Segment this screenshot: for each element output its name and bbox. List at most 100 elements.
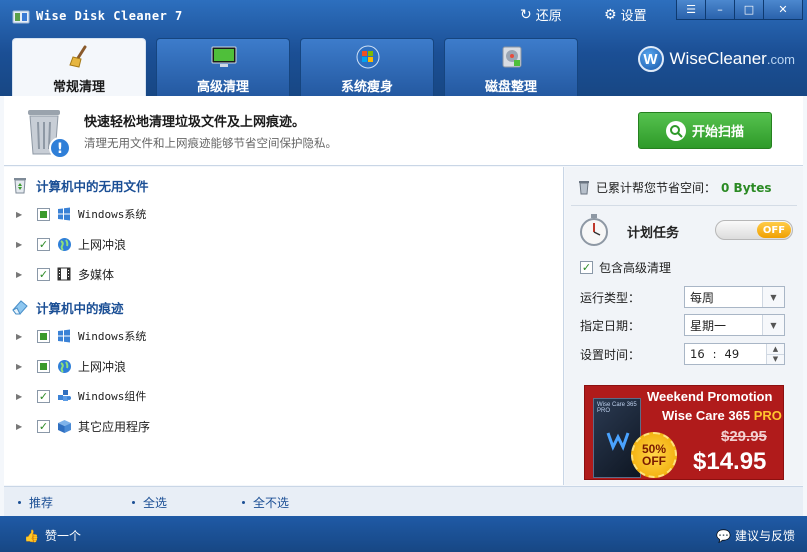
item-label: 多媒体: [78, 267, 115, 282]
include-advanced-option[interactable]: 包含高级清理: [580, 259, 671, 276]
time-input[interactable]: 16 : 49 ▲ ▼: [684, 343, 785, 365]
selection-links: 推荐 全选 全不选: [4, 486, 803, 516]
list-item[interactable]: ▶ 上网冲浪: [16, 234, 126, 254]
feedback-link[interactable]: 💬 建议与反馈: [716, 527, 795, 544]
eraser-icon: [12, 300, 28, 315]
date-select[interactable]: 星期一 ▼: [684, 314, 785, 336]
checkbox[interactable]: [37, 359, 50, 373]
trash-can-icon: [579, 181, 589, 195]
item-label: Windows组件: [78, 390, 147, 403]
puzzle-icon: [56, 388, 72, 404]
saved-value: 0 Bytes: [721, 180, 772, 195]
time-minute[interactable]: 49: [725, 347, 740, 361]
chevron-down-icon: ▼: [762, 315, 784, 335]
tab-advanced-clean[interactable]: 高级清理: [156, 38, 290, 96]
expand-arrow-icon[interactable]: ▶: [16, 362, 28, 371]
schedule-toggle[interactable]: OFF: [715, 220, 793, 240]
promo-title: Weekend Promotion: [647, 389, 773, 404]
expand-arrow-icon[interactable]: ▶: [16, 392, 28, 401]
footer: 👍 赞一个 💬 建议与反馈: [0, 516, 807, 552]
recommend-link[interactable]: 推荐: [18, 494, 53, 511]
banner-title: 快速轻松地清理垃圾文件及上网痕迹。: [84, 115, 306, 130]
section-title: 计算机中的痕迹: [36, 300, 124, 316]
restore-button[interactable]: ↻ 还原: [520, 5, 562, 25]
tab-label: 系统瘦身: [340, 80, 393, 95]
saved-label: 已累计帮您节省空间：: [596, 181, 717, 195]
like-button[interactable]: 👍 赞一个: [24, 527, 81, 544]
clean-items-list: 计算机中的无用文件 ▶ Windows系统 ▶ 上网冲浪 ▶ 多媒体 计算机中的…: [4, 167, 564, 485]
include-advanced-label: 包含高级清理: [599, 261, 672, 275]
checkbox[interactable]: [37, 237, 50, 251]
checkbox[interactable]: [37, 419, 50, 433]
expand-arrow-icon[interactable]: ▶: [16, 240, 28, 249]
item-label: Windows系统: [78, 330, 147, 343]
expand-arrow-icon[interactable]: ▶: [16, 332, 28, 341]
list-item[interactable]: ▶ 上网冲浪: [16, 356, 126, 376]
select-none-link[interactable]: 全不选: [242, 494, 289, 511]
list-item[interactable]: ▶ Windows组件: [16, 386, 146, 406]
expand-arrow-icon[interactable]: ▶: [16, 210, 28, 219]
magnifier-icon: [665, 120, 686, 141]
checkbox[interactable]: [580, 261, 593, 274]
schedule-title: 计划任务: [627, 226, 680, 241]
run-type-select[interactable]: 每周 ▼: [684, 286, 785, 308]
brand-name: WiseCleaner.com: [669, 49, 795, 68]
menu-button[interactable]: ☰: [676, 0, 706, 20]
banner-subtitle: 清理无用文件和上网痕迹能够节省空间保护隐私。: [84, 136, 337, 150]
like-label: 赞一个: [44, 529, 81, 543]
box-icon: [56, 418, 72, 434]
bullet-icon: [132, 501, 135, 504]
spin-down-icon[interactable]: ▼: [767, 354, 784, 364]
bullet-icon: [18, 501, 21, 504]
time-label: 设置时间：: [580, 348, 641, 362]
svg-text:!: !: [57, 141, 63, 157]
list-item[interactable]: ▶ Windows系统: [16, 204, 146, 224]
expand-arrow-icon[interactable]: ▶: [16, 422, 28, 431]
section-junk-files: 计算机中的无用文件: [10, 175, 149, 195]
minimize-button[interactable]: –: [705, 0, 735, 20]
tab-disk-defrag[interactable]: 磁盘整理: [444, 38, 578, 96]
tab-label: 高级清理: [196, 80, 249, 95]
select-all-link[interactable]: 全选: [132, 494, 167, 511]
chevron-down-icon: ▼: [762, 287, 784, 307]
time-hour[interactable]: 16: [690, 347, 705, 361]
globe-icon: [56, 358, 72, 374]
start-scan-button[interactable]: 开始扫描: [638, 112, 772, 149]
promo-banner[interactable]: Wise Care 365 PRO Weekend Promotion Wise…: [584, 385, 784, 480]
spin-up-icon[interactable]: ▲: [767, 344, 784, 355]
settings-label: 设置: [620, 9, 647, 24]
windows-logo-icon: [56, 206, 72, 222]
close-button[interactable]: ✕: [763, 0, 803, 20]
maximize-button[interactable]: □: [734, 0, 764, 20]
badge-off: OFF: [642, 454, 666, 468]
app-title: Wise Disk Cleaner 7: [36, 9, 183, 23]
checkbox[interactable]: [37, 267, 50, 281]
title-header: Wise Disk Cleaner 7 ↻ 还原 ⚙ 设置 ☰ – □ ✕ 常规…: [0, 0, 807, 96]
item-label: 上网冲浪: [78, 359, 127, 374]
date-value: 星期一: [690, 318, 727, 333]
divider: [571, 205, 797, 206]
time-spinner: ▲ ▼: [766, 344, 784, 364]
stopwatch-icon: [580, 214, 608, 246]
discount-badge: 50% OFF: [631, 432, 677, 478]
checkbox[interactable]: [37, 329, 50, 343]
run-type-label: 运行类型：: [580, 291, 641, 305]
date-label: 指定日期：: [580, 319, 641, 333]
checkbox[interactable]: [37, 207, 50, 221]
tab-system-slim[interactable]: 系统瘦身: [300, 38, 434, 96]
tab-common-clean[interactable]: 常规清理: [12, 38, 146, 96]
settings-button[interactable]: ⚙ 设置: [604, 5, 647, 25]
app-window: Wise Disk Cleaner 7 ↻ 还原 ⚙ 设置 ☰ – □ ✕ 常规…: [0, 0, 807, 552]
list-item[interactable]: ▶ 其它应用程序: [16, 416, 150, 436]
feedback-label: 建议与反馈: [734, 529, 795, 543]
list-item[interactable]: ▶ Windows系统: [16, 326, 146, 346]
list-item[interactable]: ▶ 多媒体: [16, 264, 114, 284]
checkbox[interactable]: [37, 389, 50, 403]
recycle-bin-icon: [14, 178, 26, 194]
brand[interactable]: W WiseCleaner.com: [637, 46, 795, 72]
expand-arrow-icon[interactable]: ▶: [16, 270, 28, 279]
broom-icon: [66, 45, 94, 69]
promo-product: Wise Care 365 PRO: [662, 408, 782, 423]
monitor-icon: [210, 45, 238, 69]
main-tabs: 常规清理 高级清理 系统瘦身 磁盘整理: [12, 38, 578, 96]
